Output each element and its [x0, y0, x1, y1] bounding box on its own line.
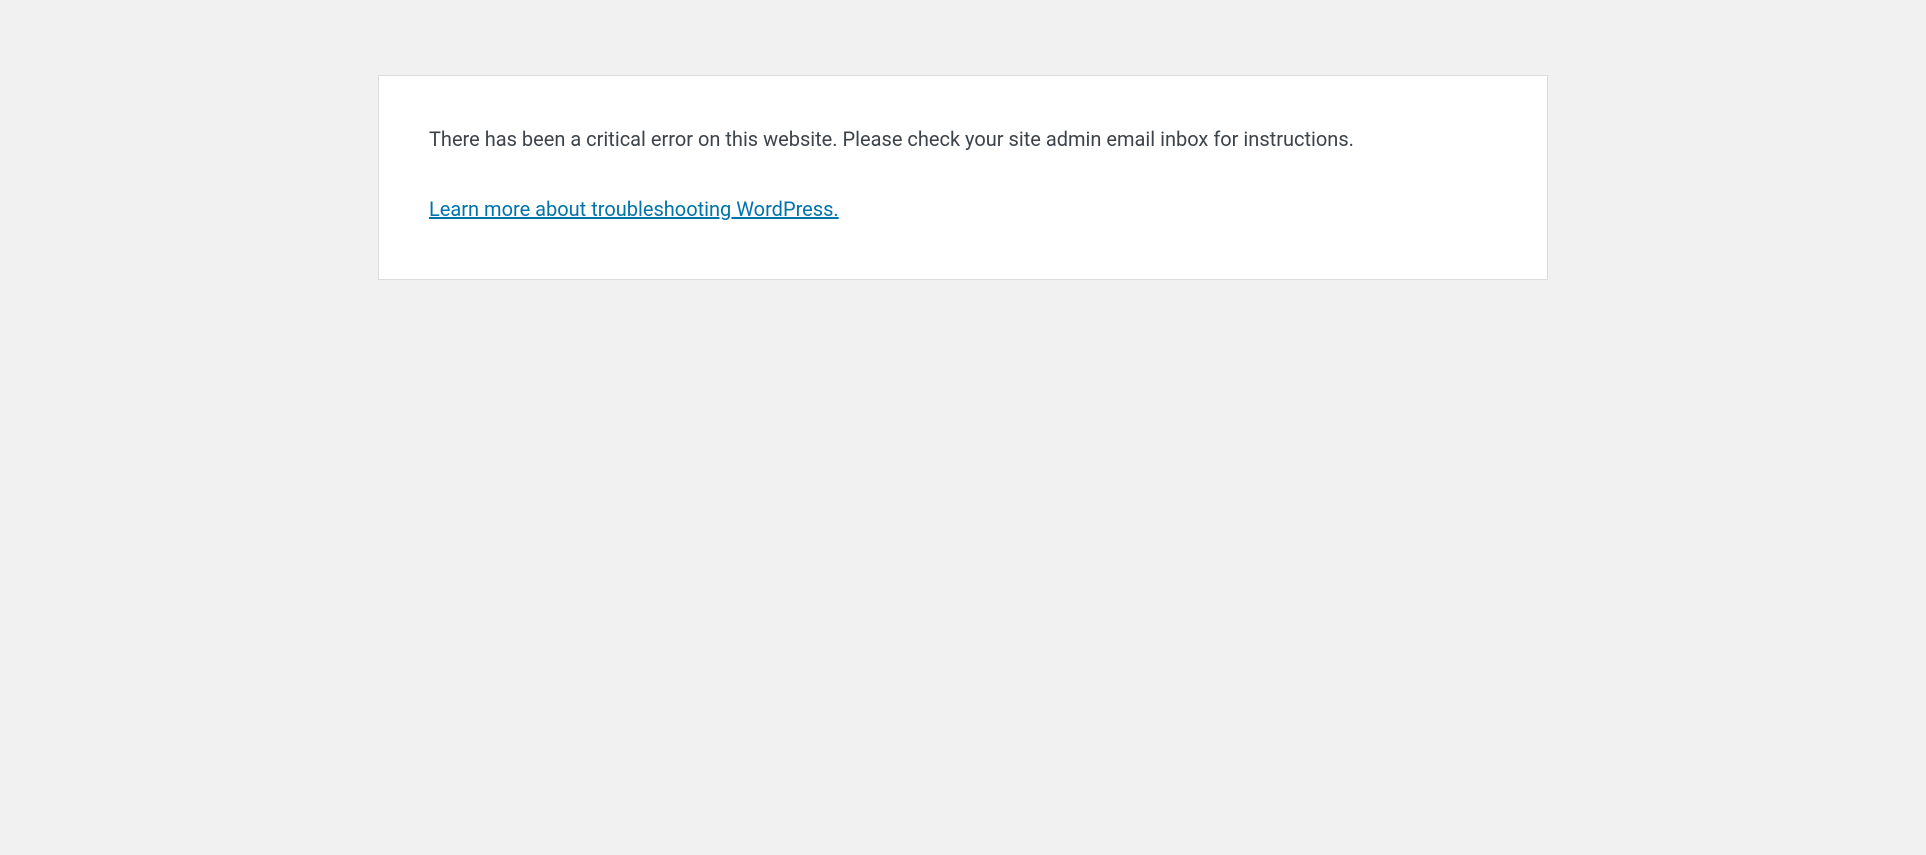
error-message: There has been a critical error on this …	[429, 124, 1497, 154]
troubleshooting-link[interactable]: Learn more about troubleshooting WordPre…	[429, 197, 839, 221]
error-link-container: Learn more about troubleshooting WordPre…	[429, 194, 1497, 224]
error-box: There has been a critical error on this …	[378, 75, 1548, 280]
